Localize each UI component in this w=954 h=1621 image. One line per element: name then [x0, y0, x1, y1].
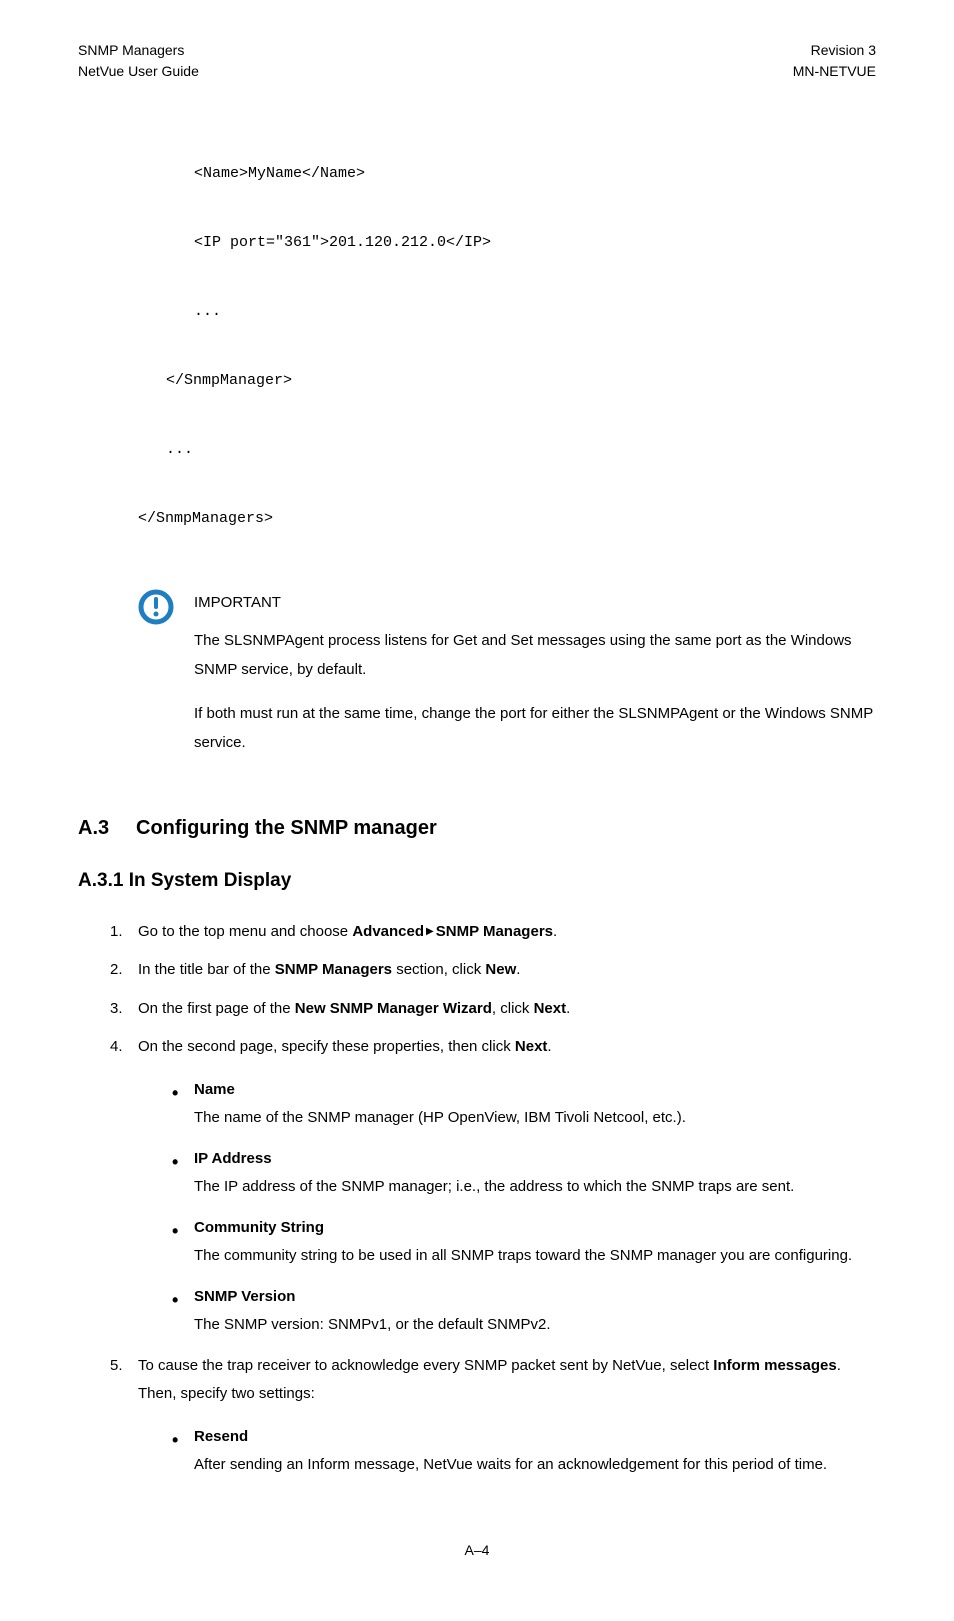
page-header: SNMP Managers NetVue User Guide Revision…: [78, 40, 876, 82]
menu-path-bold: Advanced: [352, 923, 424, 940]
property-name: IP Address: [194, 1145, 876, 1174]
property-description: The SNMP version: SNMPv1, or the default…: [194, 1311, 876, 1340]
important-icon: [138, 589, 174, 625]
ui-element-bold: New SNMP Manager Wizard: [295, 1000, 492, 1017]
property-name: SNMP Version: [194, 1283, 876, 1312]
property-item: SNMP Version The SNMP version: SNMPv1, o…: [166, 1283, 876, 1340]
ui-element-bold: Inform messages: [713, 1357, 836, 1374]
steps-list: Go to the top menu and choose Advanced▶S…: [110, 918, 876, 1480]
header-left: SNMP Managers NetVue User Guide: [78, 40, 199, 82]
code-line: ...: [194, 295, 876, 330]
code-line: <IP port="361">201.120.212.0</IP>: [194, 226, 876, 261]
properties-list: Resend After sending an Inform message, …: [166, 1423, 876, 1480]
important-callout: IMPORTANT The SLSNMPAgent process listen…: [138, 589, 876, 774]
menu-arrow-icon: ▶: [424, 926, 436, 937]
important-content: IMPORTANT The SLSNMPAgent process listen…: [194, 589, 876, 774]
step-text: .: [516, 961, 520, 978]
ui-element-bold: New: [485, 961, 516, 978]
property-name: Resend: [194, 1423, 876, 1452]
header-right: Revision 3 MN-NETVUE: [793, 40, 876, 82]
step-text: .: [553, 923, 557, 940]
property-item: IP Address The IP address of the SNMP ma…: [166, 1145, 876, 1202]
section-number: A.3: [78, 813, 136, 843]
step-text: Go to the top menu and choose: [138, 923, 352, 940]
step-text: In the title bar of the: [138, 961, 275, 978]
subsection-heading: A.3.1 In System Display: [78, 867, 876, 896]
ui-element-bold: Next: [515, 1038, 548, 1055]
header-doc-section: SNMP Managers: [78, 40, 199, 61]
property-description: The name of the SNMP manager (HP OpenVie…: [194, 1104, 876, 1133]
menu-path-bold: SNMP Managers: [436, 923, 553, 940]
properties-list: Name The name of the SNMP manager (HP Op…: [166, 1076, 876, 1340]
property-name: Name: [194, 1076, 876, 1105]
page-number: A–4: [78, 1540, 876, 1561]
ui-element-bold: SNMP Managers: [275, 961, 392, 978]
step-text: section, click: [392, 961, 485, 978]
section-title: Configuring the SNMP manager: [136, 813, 437, 843]
step-text: .: [566, 1000, 570, 1017]
code-line: </SnmpManagers>: [138, 502, 876, 537]
section-heading: A.3 Configuring the SNMP manager: [78, 813, 876, 843]
property-description: The community string to be used in all S…: [194, 1242, 876, 1271]
step-item: On the first page of the New SNMP Manage…: [110, 995, 876, 1024]
important-title: IMPORTANT: [194, 589, 876, 618]
property-description: The IP address of the SNMP manager; i.e.…: [194, 1173, 876, 1202]
step-text: , click: [492, 1000, 534, 1017]
important-paragraph: If both must run at the same time, chang…: [194, 700, 876, 757]
step-text: On the first page of the: [138, 1000, 295, 1017]
step-text: .: [547, 1038, 551, 1055]
xml-code-block: <Name>MyName</Name> <IP port="361">201.1…: [138, 122, 876, 571]
property-item: Resend After sending an Inform message, …: [166, 1423, 876, 1480]
property-item: Name The name of the SNMP manager (HP Op…: [166, 1076, 876, 1133]
header-doc-code: MN-NETVUE: [793, 61, 876, 82]
step-item: To cause the trap receiver to acknowledg…: [110, 1352, 876, 1480]
property-description: After sending an Inform message, NetVue …: [194, 1451, 876, 1480]
important-paragraph: The SLSNMPAgent process listens for Get …: [194, 627, 876, 684]
property-name: Community String: [194, 1214, 876, 1243]
step-text: To cause the trap receiver to acknowledg…: [138, 1357, 713, 1374]
step-item: Go to the top menu and choose Advanced▶S…: [110, 918, 876, 947]
step-item: In the title bar of the SNMP Managers se…: [110, 956, 876, 985]
property-item: Community String The community string to…: [166, 1214, 876, 1271]
header-doc-title: NetVue User Guide: [78, 61, 199, 82]
ui-element-bold: Next: [534, 1000, 567, 1017]
code-line: <Name>MyName</Name>: [194, 157, 876, 192]
step-text: On the second page, specify these proper…: [138, 1038, 515, 1055]
code-line: </SnmpManager>: [166, 364, 876, 399]
step-item: On the second page, specify these proper…: [110, 1033, 876, 1340]
header-revision: Revision 3: [793, 40, 876, 61]
code-line: ...: [166, 433, 876, 468]
